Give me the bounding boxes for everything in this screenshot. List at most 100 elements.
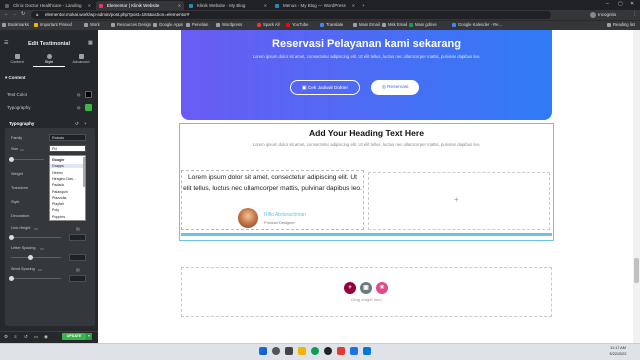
reservation-button[interactable]: ◎ Reservasi: [371, 80, 419, 95]
close-tab-icon[interactable]: ✕: [352, 1, 355, 10]
unit-selector[interactable]: ▤: [76, 267, 80, 272]
close-tab-icon[interactable]: ✕: [178, 1, 181, 10]
incognito-icon[interactable]: [590, 12, 596, 18]
app-red-icon[interactable]: [337, 347, 345, 355]
scrollbar-thumb[interactable]: [634, 258, 639, 283]
app-store-icon[interactable]: [363, 347, 371, 355]
section-toggle-icon[interactable]: ▾ Content: [5, 75, 26, 81]
bookmark-item[interactable]: Google Apps: [153, 22, 183, 28]
testimonial-content[interactable]: Lorem ipsum dolor sit amet, consectetur …: [183, 172, 362, 194]
dropdown-scrollbar[interactable]: [83, 157, 85, 187]
address-bar[interactable]: 🔒︎ elementor.mokai.work/wp-admin/post.ph…: [31, 11, 551, 19]
bookmark-item[interactable]: Bookmarks: [2, 22, 29, 28]
font-option[interactable]: Poly: [52, 208, 59, 212]
line-height-slider-handle[interactable]: [9, 235, 14, 240]
font-option[interactable]: Poppins: [52, 215, 65, 219]
font-option[interactable]: Heebo: [52, 171, 63, 175]
elementskit-icon[interactable]: ✳: [376, 282, 388, 294]
browser-tab[interactable]: Menus - My Blog — WordPress ✕: [272, 1, 358, 10]
preview-eye-icon[interactable]: ◉: [44, 334, 48, 340]
typography-edit-pencil-icon[interactable]: [85, 104, 92, 111]
responsive-desktop-icon[interactable]: ▭: [38, 267, 42, 272]
back-icon[interactable]: ←: [4, 11, 9, 17]
font-option[interactable]: Grapps: [50, 164, 83, 169]
section-subtext[interactable]: Lorem ipsum dolor sit amet, consectetur …: [245, 142, 488, 148]
bookmark-item[interactable]: Important Pinned: [34, 22, 72, 28]
reset-icon[interactable]: ↺: [75, 121, 79, 127]
history-icon[interactable]: ↺: [24, 334, 28, 340]
close-window-icon[interactable]: ✕: [630, 1, 634, 7]
font-search-input[interactable]: Pd: [49, 145, 86, 152]
bookmark-item[interactable]: Google Kalender - Re...: [452, 22, 502, 28]
system-clock[interactable]: 11:17 AM 5/22/2022: [598, 345, 638, 357]
responsive-desktop-icon[interactable]: ▭: [40, 246, 44, 251]
search-icon[interactable]: [272, 347, 280, 355]
word-spacing-slider-handle[interactable]: [9, 276, 14, 281]
bookmark-item[interactable]: Resources Design: [111, 22, 151, 28]
check-schedule-button[interactable]: ▣ Cek Jadwal Dokter: [290, 80, 360, 95]
hero-subtext[interactable]: Lorem ipsum dolor sit amet, consectetur …: [250, 54, 483, 60]
add-template-folder-icon[interactable]: ▣: [360, 282, 372, 294]
font-option[interactable]: Piazzolla: [52, 196, 66, 200]
bookmark-item[interactable]: Wordpress: [216, 22, 242, 28]
column-empty[interactable]: [368, 172, 550, 230]
add-icon[interactable]: +: [84, 121, 87, 126]
letter-spacing-slider-handle[interactable]: [28, 255, 33, 260]
responsive-desktop-icon[interactable]: ▭: [20, 147, 24, 152]
add-widget-plus-icon[interactable]: +: [454, 195, 459, 204]
text-color-swatch[interactable]: [85, 91, 92, 98]
menu-kebab-icon[interactable]: ⋮: [632, 11, 637, 17]
size-slider-handle[interactable]: [9, 157, 14, 162]
line-height-input[interactable]: [69, 234, 86, 241]
word-spacing-input[interactable]: [69, 275, 86, 282]
close-tab-icon[interactable]: ✕: [264, 1, 267, 10]
bookmark-item[interactable]: YouTube: [286, 22, 308, 28]
section-heading[interactable]: Add Your Heading Text Here: [181, 128, 552, 138]
navigator-icon[interactable]: ≡: [14, 334, 17, 339]
font-option[interactable]: Palanquin: [52, 190, 68, 194]
globe-icon[interactable]: ◍: [77, 92, 81, 97]
font-family-select[interactable]: Roboto: [49, 134, 86, 141]
update-button[interactable]: UPDATE: [62, 333, 86, 340]
browser-tab[interactable]: Clinic Doctor Healthcare - Landing ✕: [2, 1, 94, 10]
font-option[interactable]: Hiragino Dan...: [52, 177, 76, 181]
responsive-mode-icon[interactable]: ▭: [34, 334, 38, 340]
size-slider-track[interactable]: [11, 159, 44, 160]
page-scrollbar[interactable]: [633, 30, 640, 343]
chrome-icon[interactable]: [311, 347, 319, 355]
browser-tab[interactable]: Klinik Website - My Blog ✕: [186, 1, 270, 10]
unit-selector[interactable]: ▤: [76, 226, 80, 231]
tab-advanced[interactable]: Advanced: [65, 53, 97, 67]
update-options-button[interactable]: ▾: [86, 333, 92, 340]
bookmark-item[interactable]: Spark All: [257, 22, 280, 28]
responsive-desktop-icon[interactable]: ▭: [34, 226, 38, 231]
letter-spacing-slider-track[interactable]: [11, 257, 61, 258]
browser-tab-active[interactable]: Elementor | Klinik Website ✕: [96, 1, 184, 10]
bookmark-item[interactable]: Translate: [320, 22, 343, 28]
app-icon[interactable]: [324, 347, 332, 355]
letter-spacing-input[interactable]: [69, 254, 86, 261]
bookmark-item[interactable]: Main Email: [353, 22, 380, 28]
new-tab-button[interactable]: +: [360, 1, 370, 10]
task-view-icon[interactable]: [285, 347, 293, 355]
app-blue-icon[interactable]: [350, 347, 358, 355]
forward-icon[interactable]: →: [12, 11, 17, 17]
settings-icon[interactable]: ⚙: [4, 334, 8, 340]
tab-style[interactable]: Style: [33, 53, 65, 67]
tab-content[interactable]: Content: [1, 53, 33, 67]
globe-icon[interactable]: ◍: [77, 105, 81, 110]
word-spacing-slider-track[interactable]: [11, 278, 61, 279]
maximize-icon[interactable]: ▢: [618, 1, 623, 7]
minimize-icon[interactable]: –: [606, 1, 609, 7]
hero-heading[interactable]: Reservasi Pelayanan kami sekarang: [181, 38, 552, 50]
bookmark-item[interactable]: Penelian: [186, 22, 208, 28]
close-tab-icon[interactable]: ✕: [88, 1, 91, 10]
font-option[interactable]: Playfair: [52, 202, 64, 206]
reload-icon[interactable]: ↻: [21, 11, 25, 17]
font-option[interactable]: Padauk: [52, 183, 64, 187]
bookmark-item[interactable]: Reading list: [607, 22, 635, 28]
bookmark-item[interactable]: Work: [84, 22, 100, 28]
bookmark-item[interactable]: Msk Email: [382, 22, 407, 28]
start-windows-icon[interactable]: [259, 347, 267, 355]
add-section-plus-icon[interactable]: +: [344, 282, 356, 294]
